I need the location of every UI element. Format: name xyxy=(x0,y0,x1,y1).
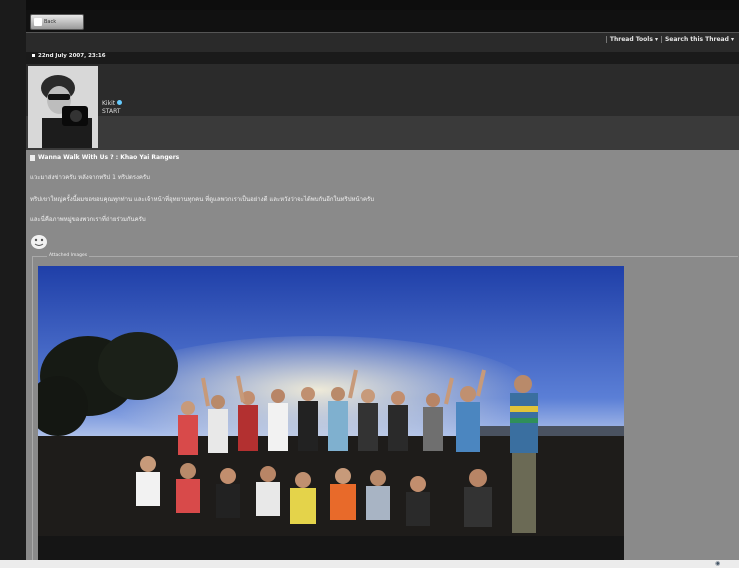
thread-tools-menu[interactable]: Thread Tools ▾ xyxy=(605,36,661,43)
top-strip: Back xyxy=(26,10,739,32)
username[interactable]: Kikit xyxy=(102,100,115,107)
post-date-row: 22nd July 2007, 23:16 xyxy=(26,52,739,64)
attached-images-label: Attached Images xyxy=(47,253,90,258)
post-date: 22nd July 2007, 23:16 xyxy=(38,53,106,59)
zoom-icon[interactable]: ◉ xyxy=(715,560,733,568)
back-button[interactable]: Back xyxy=(30,14,84,30)
post-line-3: และนี่คือภาพหมู่ของพวกเราที่ถ่ายร่วมกันค… xyxy=(30,216,146,223)
online-status-icon xyxy=(117,100,123,105)
back-label: Back xyxy=(44,19,57,25)
smiley-icon xyxy=(31,235,47,249)
thread-toolbar: Thread Tools ▾ Search this Thread ▾ xyxy=(26,32,739,54)
user-subtitle: START xyxy=(102,108,121,115)
post-line-2: ทริปเขาใหญ่ครั้งนี้ผมขอขอบคุณทุกท่าน และ… xyxy=(30,196,375,203)
username-block: Kikit START xyxy=(102,100,123,116)
post-title-icon xyxy=(30,154,35,161)
status-bar: ◉ xyxy=(0,560,739,568)
group-photo[interactable] xyxy=(38,266,624,560)
search-thread-menu[interactable]: Search this Thread ▾ xyxy=(660,36,737,43)
post-line-1: แวะมาส่งข่าวครับ หลังจากทริป 1 ทริปตรงคร… xyxy=(30,174,150,181)
back-icon xyxy=(34,18,42,26)
post-title: Wanna Walk With Us ? : Khao Yai Rangers xyxy=(30,154,179,161)
user-info-row: Kikit START xyxy=(26,64,739,150)
post-icon xyxy=(32,54,35,57)
avatar[interactable] xyxy=(28,66,98,148)
left-margin xyxy=(0,0,26,568)
